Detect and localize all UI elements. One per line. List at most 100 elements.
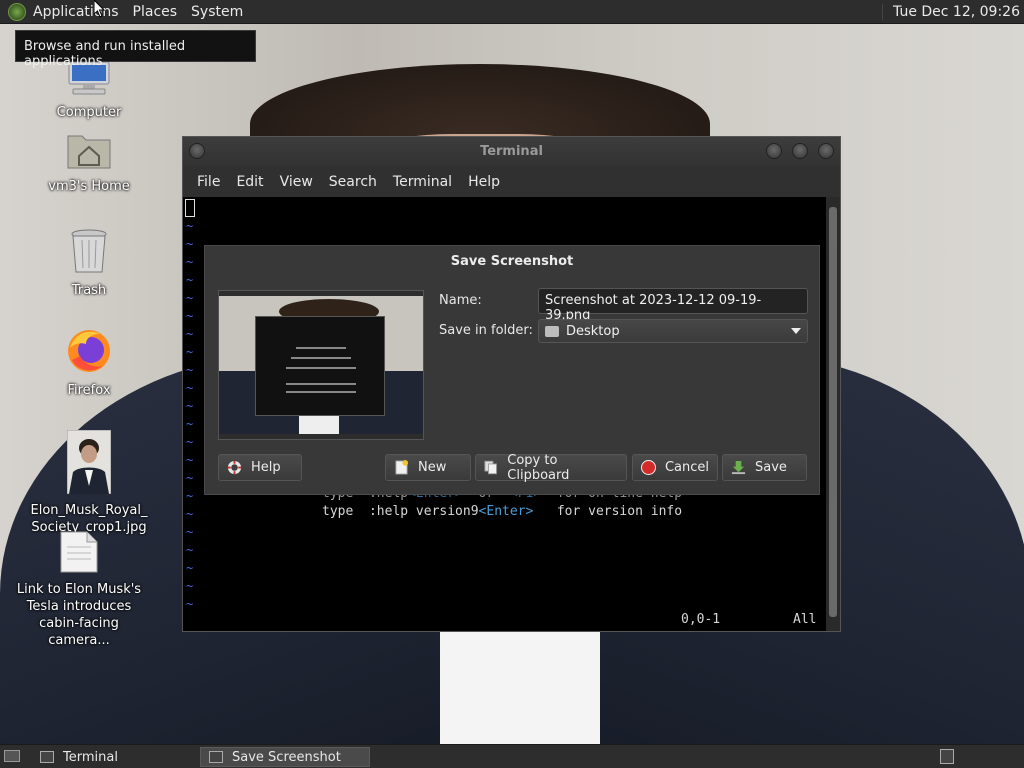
terminal-menubar: File Edit View Search Terminal Help bbox=[183, 167, 840, 197]
bottom-panel: Terminal Save Screenshot bbox=[0, 744, 1024, 768]
document-icon bbox=[60, 531, 98, 573]
dialog-title: Save Screenshot bbox=[450, 254, 574, 269]
taskbar-item-save-screenshot[interactable]: Save Screenshot bbox=[200, 747, 370, 767]
menu-file[interactable]: File bbox=[189, 174, 228, 190]
terminal-icon bbox=[40, 751, 54, 763]
vim-empty-line: ~ bbox=[186, 327, 194, 341]
vim-version-cmd: type :help version9 bbox=[322, 504, 479, 519]
copy-to-clipboard-button[interactable]: Copy to Clipboard bbox=[475, 452, 627, 483]
terminal-titlebar[interactable]: Terminal bbox=[183, 137, 840, 167]
workspace-switcher-icon[interactable] bbox=[940, 749, 954, 764]
help-button[interactable]: Help bbox=[218, 454, 302, 481]
menu-edit[interactable]: Edit bbox=[228, 174, 271, 190]
vim-empty-line: ~ bbox=[186, 489, 194, 503]
desktop-icon-image-file[interactable]: Elon_Musk_Royal_ Society_crop1.jpg bbox=[19, 429, 159, 536]
filename-input[interactable]: Screenshot at 2023-12-12 09-19-39.png bbox=[538, 288, 808, 323]
desktop-icon-label: vm3's Home bbox=[48, 179, 130, 194]
vim-empty-line: ~ bbox=[186, 219, 194, 233]
preview-terminal bbox=[255, 316, 385, 416]
desktop-icon-label-line: Elon_Musk_Royal_ bbox=[30, 503, 148, 518]
menu-view[interactable]: View bbox=[272, 174, 321, 190]
menu-places[interactable]: Places bbox=[126, 4, 185, 20]
desktop-icon-label: Computer bbox=[56, 105, 122, 120]
vim-empty-line: ~ bbox=[186, 417, 194, 431]
vim-version-line: type :help version9<Enter> for version i… bbox=[322, 504, 682, 519]
save-screenshot-dialog[interactable]: Save Screenshot Name: Screenshot at 2023… bbox=[204, 245, 820, 495]
desktop-icon-label-line: Link to Elon Musk's bbox=[16, 582, 142, 597]
show-desktop-icon[interactable] bbox=[4, 750, 20, 762]
menu-terminal[interactable]: Terminal bbox=[385, 174, 460, 190]
vim-empty-line: ~ bbox=[186, 597, 194, 611]
top-panel: Applications Places System Tue Dec 12, 0… bbox=[0, 0, 1024, 24]
vim-empty-line: ~ bbox=[186, 471, 194, 485]
vim-empty-line: ~ bbox=[186, 309, 194, 323]
desktop-icon-firefox[interactable]: Firefox bbox=[19, 328, 159, 399]
name-label: Name: bbox=[439, 293, 482, 308]
download-icon bbox=[731, 460, 746, 475]
desktop-icon-label-line: Tesla introduces bbox=[26, 599, 132, 614]
vim-empty-line: ~ bbox=[186, 399, 194, 413]
menu-system[interactable]: System bbox=[184, 4, 250, 20]
taskbar-item-label: Save Screenshot bbox=[232, 749, 341, 765]
terminal-scrollbar[interactable] bbox=[826, 197, 840, 631]
lifebuoy-icon bbox=[227, 460, 242, 475]
copy-button-label: Copy to Clipboard bbox=[507, 452, 570, 483]
desktop-icon-computer[interactable]: Computer bbox=[19, 61, 159, 121]
desktop-icon-label-line: cabin-facing camera... bbox=[39, 616, 119, 648]
applications-tooltip: Browse and run installed applications bbox=[15, 30, 256, 69]
cancel-button[interactable]: Cancel bbox=[632, 454, 718, 481]
distro-logo-icon[interactable] bbox=[8, 2, 26, 21]
vim-empty-line: ~ bbox=[186, 345, 194, 359]
save-button-label: Save bbox=[755, 460, 787, 475]
vim-empty-line: ~ bbox=[186, 453, 194, 467]
taskbar-item-terminal[interactable]: Terminal bbox=[32, 747, 198, 767]
firefox-icon bbox=[68, 330, 110, 372]
vim-empty-line: ~ bbox=[186, 255, 194, 269]
vim-empty-line: ~ bbox=[186, 291, 194, 305]
preview-text-line bbox=[296, 347, 346, 349]
clock[interactable]: Tue Dec 12, 09:26 bbox=[882, 3, 1020, 20]
window-title: Terminal bbox=[480, 144, 543, 159]
vim-empty-line: ~ bbox=[186, 237, 194, 251]
desktop-icon-label: Trash bbox=[71, 283, 107, 298]
new-button-label: New bbox=[418, 460, 447, 475]
screenshot-preview bbox=[218, 290, 424, 440]
preview-text-line bbox=[286, 391, 356, 393]
folder-select[interactable]: Desktop bbox=[538, 319, 808, 343]
preview-taskbar bbox=[219, 434, 423, 439]
menu-search[interactable]: Search bbox=[321, 174, 385, 190]
chevron-down-icon bbox=[791, 328, 801, 334]
vim-empty-line: ~ bbox=[186, 579, 194, 593]
scrollbar-thumb[interactable] bbox=[829, 207, 837, 617]
folder-label: Save in folder: bbox=[439, 323, 533, 338]
preview-text-line bbox=[286, 383, 356, 385]
vim-key-enter: <Enter> bbox=[478, 504, 534, 519]
trash-icon bbox=[71, 229, 107, 273]
new-document-icon bbox=[395, 460, 409, 475]
vim-empty-line: ~ bbox=[186, 561, 194, 575]
help-button-label: Help bbox=[251, 460, 281, 475]
cancel-button-label: Cancel bbox=[664, 460, 709, 475]
menu-applications[interactable]: Applications bbox=[26, 4, 126, 20]
text-cursor bbox=[185, 199, 195, 217]
desktop-icon-label: Firefox bbox=[67, 383, 111, 398]
cancel-icon bbox=[641, 460, 656, 475]
desktop-icon-link[interactable]: Link to Elon Musk's Tesla introduces cab… bbox=[9, 531, 149, 649]
menu-help[interactable]: Help bbox=[460, 174, 508, 190]
taskbar-item-label: Terminal bbox=[63, 749, 118, 765]
clipboard-icon bbox=[484, 460, 497, 475]
vim-empty-line: ~ bbox=[186, 435, 194, 449]
save-button[interactable]: Save bbox=[722, 454, 807, 481]
image-thumbnail-icon bbox=[66, 429, 112, 495]
minimize-button[interactable] bbox=[766, 143, 782, 159]
vim-empty-line: ~ bbox=[186, 507, 194, 521]
maximize-button[interactable] bbox=[792, 143, 808, 159]
desktop-icon-home[interactable]: vm3's Home bbox=[19, 130, 159, 195]
vim-empty-line: ~ bbox=[186, 381, 194, 395]
vim-empty-line: ~ bbox=[186, 543, 194, 557]
preview-top-panel bbox=[219, 291, 423, 296]
close-button[interactable] bbox=[818, 143, 834, 159]
vim-empty-line: ~ bbox=[186, 363, 194, 377]
new-button[interactable]: New bbox=[385, 454, 471, 481]
desktop-icon-trash[interactable]: Trash bbox=[19, 228, 159, 299]
